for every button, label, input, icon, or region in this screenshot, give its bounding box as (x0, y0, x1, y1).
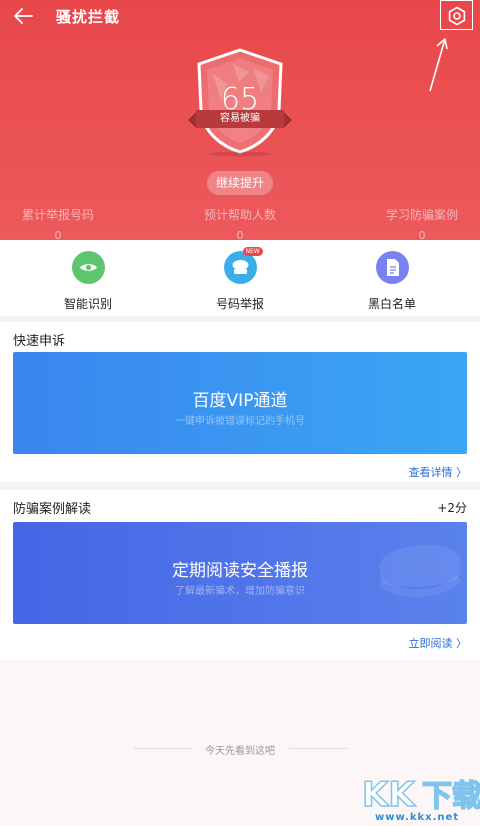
section-title: 快速申诉 (13, 334, 66, 349)
improve-button[interactable]: 继续提升 (207, 171, 273, 195)
quick-action-label: 黑白名单 (367, 297, 416, 311)
complaint-section: 快速申诉 百度VIP通道 一键申诉被错误标记的手机号 查看详情 〉 (0, 322, 480, 482)
watermark-logo: KK 下载 (361, 774, 480, 814)
quick-action-label: 智能识别 (63, 297, 112, 311)
svg-text:下载: 下载 (422, 779, 480, 814)
stat-label: 学习防骗案例 (385, 208, 458, 222)
score-label: 容易被骗 (196, 110, 284, 128)
cases-section: 防骗案例解读 +2分 定期阅读安全播报 了解最新骗术，增加防骗意识 立即阅读 〉 (0, 490, 480, 660)
quick-action-label: 号码举报 (215, 297, 264, 311)
shield-shadow (210, 151, 270, 157)
gear-icon (448, 6, 466, 26)
quick-action-smart-identify[interactable]: 智能识别 (8, 251, 168, 312)
quick-actions: 智能识别 NEW 号码举报 黑白名单 (0, 240, 480, 316)
new-badge: NEW (242, 247, 263, 256)
banner-subtitle: 一键申诉被错误标记的手机号 (175, 416, 305, 427)
settings-button[interactable] (440, 0, 473, 30)
svg-text:KK: KK (362, 775, 416, 814)
ribbon-right-tail (284, 112, 292, 128)
watermark-url: www.kkx.net (375, 812, 460, 823)
top-bar: 骚扰拦截 (0, 0, 480, 32)
quick-action-report-number[interactable]: NEW 号码举报 (160, 247, 320, 312)
view-details-link[interactable]: 查看详情 〉 (409, 464, 468, 480)
quick-action-black-white-list[interactable]: 黑白名单 (312, 251, 472, 312)
points-reward: +2分 (437, 501, 467, 515)
banner-subtitle: 了解最新骗术，增加防骗意识 (175, 586, 305, 597)
banner-title: 定期阅读安全播报 (172, 561, 308, 581)
stat-label: 预计帮助人数 (203, 208, 276, 222)
stat-learned-cases: 学习防骗案例 0 (342, 206, 480, 242)
banner-title: 百度VIP通道 (192, 391, 288, 411)
section-title: 防骗案例解读 (13, 502, 92, 517)
page-title: 骚扰拦截 (56, 8, 121, 26)
vip-channel-banner[interactable]: 百度VIP通道 一键申诉被错误标记的手机号 (13, 352, 467, 454)
eye-icon (71, 251, 105, 284)
phone-report-icon: NEW (223, 247, 263, 284)
list-document-icon (375, 251, 409, 284)
stat-reported-numbers: 累计举报号码 0 (0, 206, 138, 242)
ribbon-left-tail (188, 112, 196, 128)
safety-report-banner[interactable]: 定期阅读安全播报 了解最新骗术，增加防骗意识 (13, 522, 467, 624)
stat-label: 累计举报号码 (21, 208, 94, 222)
read-now-link[interactable]: 立即阅读 〉 (409, 635, 468, 651)
back-arrow-icon[interactable] (10, 4, 36, 28)
stat-helped-people: 预计帮助人数 0 (160, 206, 320, 242)
feed-end-text: 今天先看到这吧 (205, 746, 275, 757)
